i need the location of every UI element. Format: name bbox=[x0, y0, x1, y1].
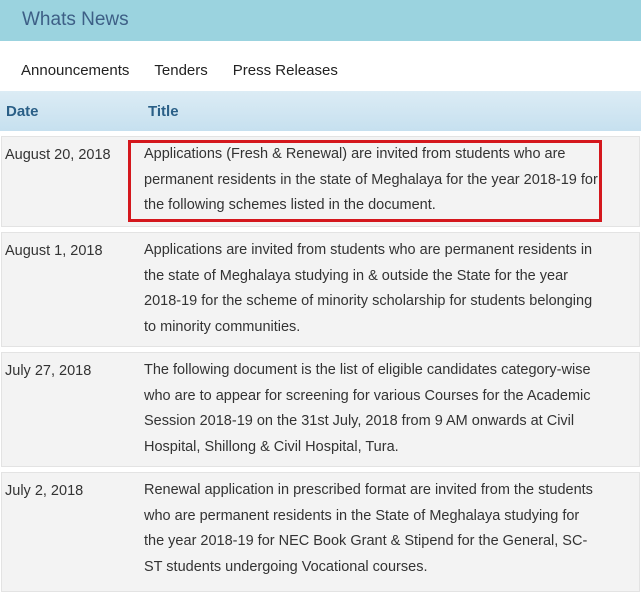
table-header: Date Title bbox=[0, 91, 641, 131]
row-date: July 27, 2018 bbox=[5, 363, 92, 379]
news-list: August 20, 2018 Applications (Fresh & Re… bbox=[0, 131, 641, 592]
news-title: Whats News bbox=[22, 8, 129, 30]
row-date: July 2, 2018 bbox=[5, 483, 84, 499]
table-row: July 27, 2018 The following document is … bbox=[1, 352, 640, 467]
table-row: July 2, 2018 Renewal application in pres… bbox=[1, 472, 640, 592]
tab-announcements[interactable]: Announcements bbox=[21, 62, 129, 79]
column-header-title: Title bbox=[148, 102, 179, 120]
row-title-link[interactable]: Applications (Fresh & Renewal) are invit… bbox=[141, 132, 639, 226]
column-header-date: Date bbox=[6, 102, 39, 120]
tab-press-releases[interactable]: Press Releases bbox=[233, 62, 338, 79]
news-header: Whats News bbox=[0, 0, 641, 41]
row-date: August 20, 2018 bbox=[5, 147, 111, 163]
news-tabs: Announcements Tenders Press Releases bbox=[0, 41, 641, 91]
row-title-link[interactable]: The following document is the list of el… bbox=[141, 348, 639, 466]
table-row: August 1, 2018 Applications are invited … bbox=[1, 232, 640, 347]
row-title-link[interactable]: Applications are invited from students w… bbox=[141, 228, 639, 346]
row-date: August 1, 2018 bbox=[5, 243, 103, 259]
tab-tenders[interactable]: Tenders bbox=[154, 62, 207, 79]
table-row: August 20, 2018 Applications (Fresh & Re… bbox=[1, 136, 640, 227]
row-title-link[interactable]: Renewal application in prescribed format… bbox=[141, 468, 639, 591]
